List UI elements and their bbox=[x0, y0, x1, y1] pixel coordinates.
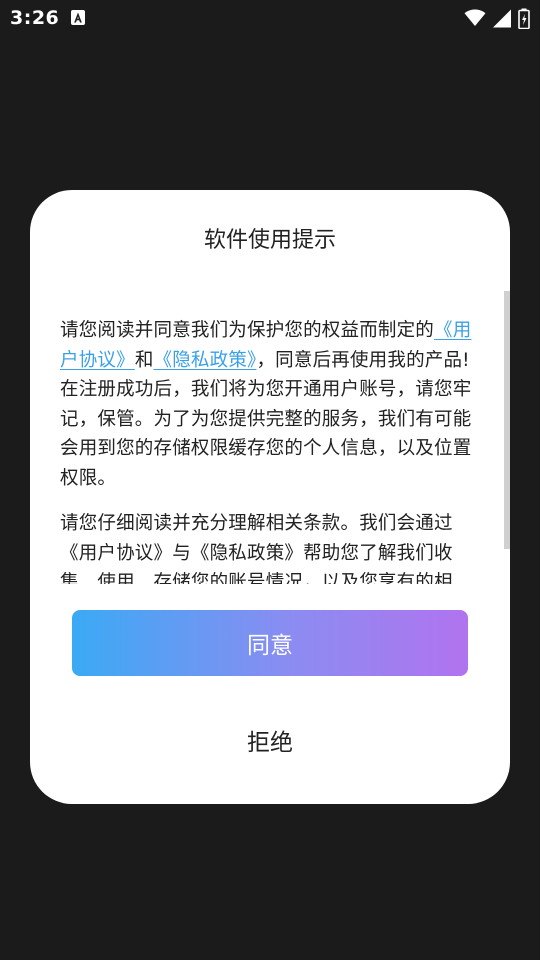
terms-intro-text: 请您阅读并同意我们为保护您的权益而制定的 bbox=[60, 320, 435, 341]
terms-and-text: 和 bbox=[134, 349, 154, 371]
screen: 3:26 软件使用提示 请您阅读并同意我们为保护您的权益而制定的《用户协议》和《… bbox=[0, 0, 540, 960]
terms-dialog: 软件使用提示 请您阅读并同意我们为保护您的权益而制定的《用户协议》和《隐私政策》… bbox=[30, 190, 510, 804]
status-time: 3:26 bbox=[10, 7, 60, 29]
accessibility-a-icon bbox=[71, 10, 85, 25]
terms-content[interactable]: 请您阅读并同意我们为保护您的权益而制定的《用户协议》和《隐私政策》，同意后再使用… bbox=[60, 316, 480, 584]
terms-paragraph-2: 请您仔细阅读并充分理解相关条款。我们会通过《用户协议》与《隐私政策》帮助您了解我… bbox=[60, 513, 453, 584]
status-bar: 3:26 bbox=[0, 0, 540, 36]
content-scrollbar[interactable] bbox=[504, 291, 510, 549]
dialog-title: 软件使用提示 bbox=[203, 228, 336, 253]
agree-button[interactable]: 同意 bbox=[72, 610, 468, 676]
wifi-icon bbox=[464, 9, 486, 26]
status-icons bbox=[464, 7, 530, 29]
privacy-policy-link[interactable]: 《隐私政策》 bbox=[154, 350, 257, 371]
signal-icon bbox=[493, 9, 511, 27]
terms-paragraph-1: 请您阅读并同意我们为保护您的权益而制定的《用户协议》和《隐私政策》，同意后再使用… bbox=[60, 316, 480, 493]
reject-button[interactable]: 拒绝 bbox=[170, 710, 370, 770]
battery-icon bbox=[518, 8, 530, 29]
